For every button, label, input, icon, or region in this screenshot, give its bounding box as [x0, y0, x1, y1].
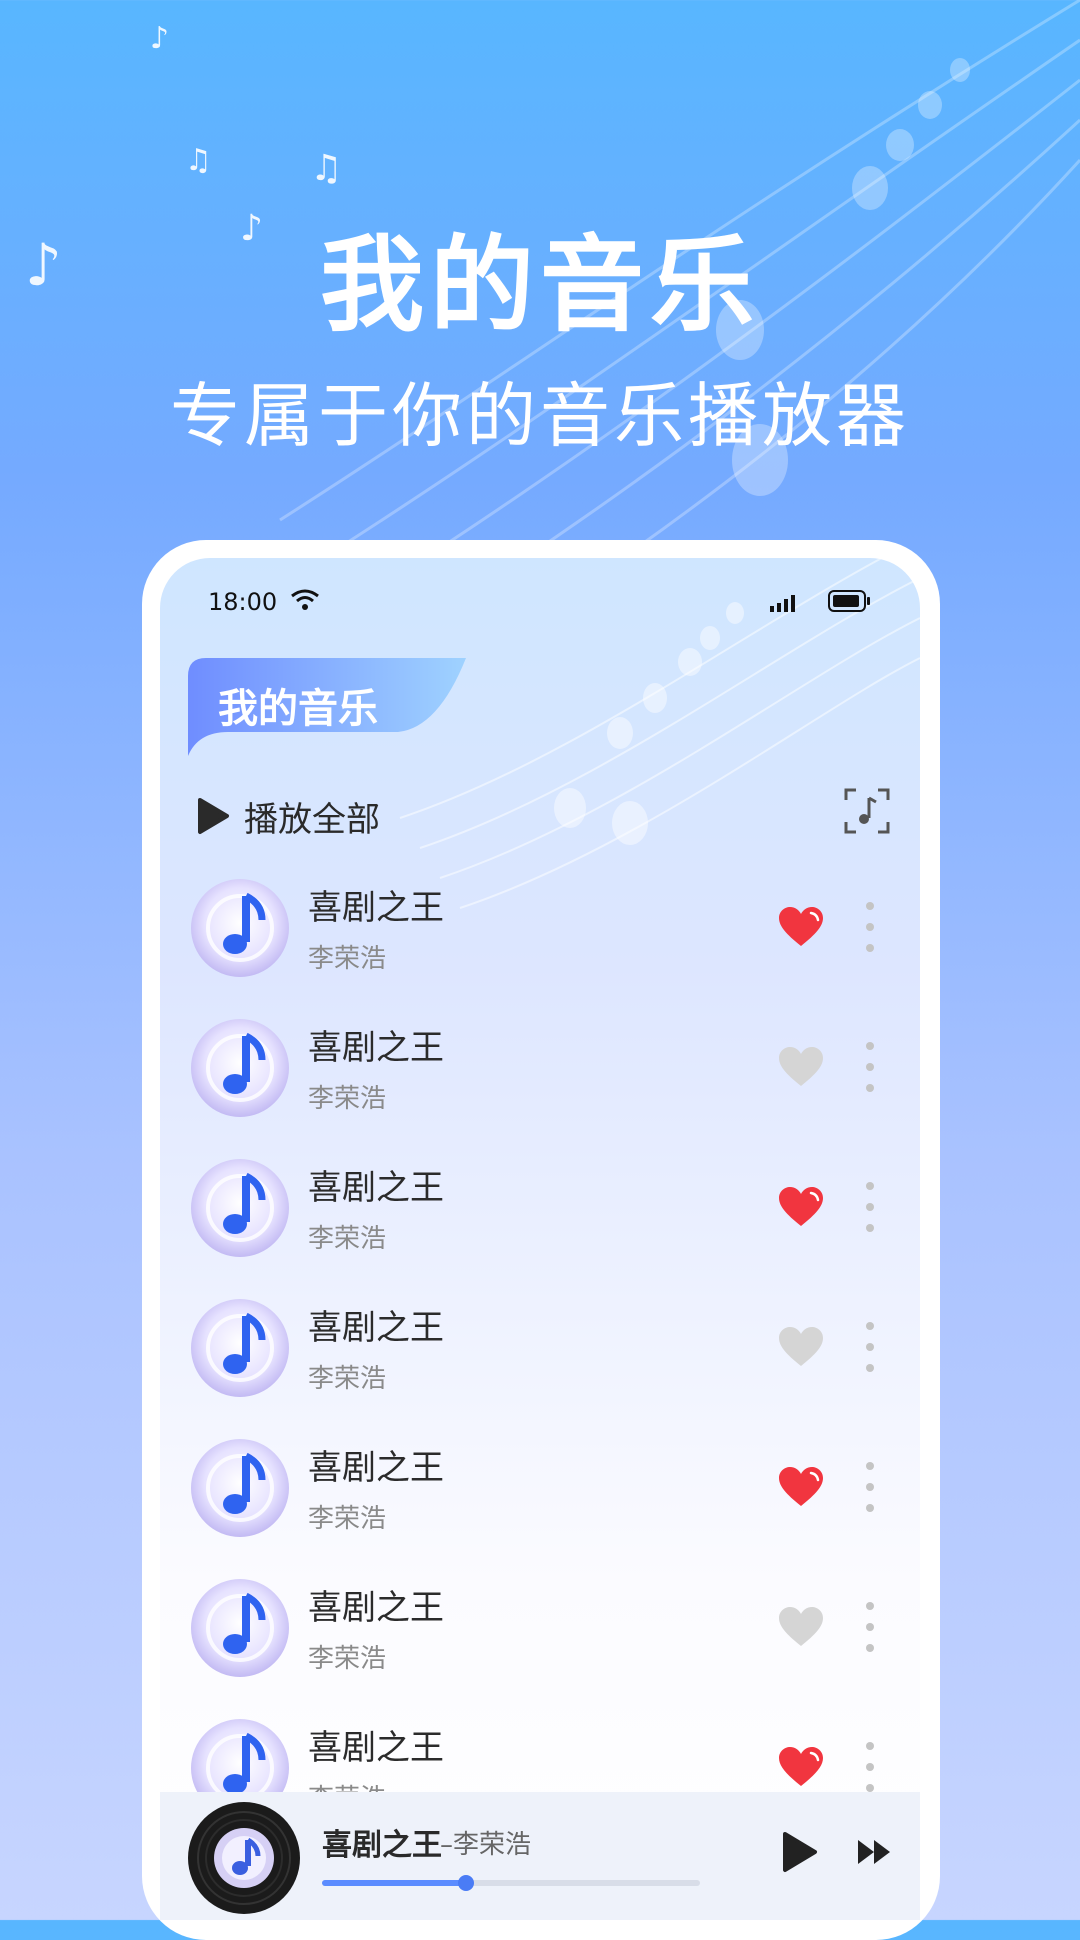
more-options-icon[interactable] — [864, 1180, 876, 1234]
heart-filled-icon[interactable] — [778, 1746, 824, 1788]
heart-outline-icon[interactable] — [778, 1606, 824, 1648]
song-artist: 李荣浩 — [308, 1504, 387, 1534]
song-row[interactable]: 喜剧之王李荣浩 — [160, 1278, 920, 1418]
svg-text:♫: ♫ — [185, 143, 212, 178]
song-row[interactable]: 喜剧之王李荣浩 — [160, 1418, 920, 1558]
more-options-icon[interactable] — [864, 1320, 876, 1374]
song-title: 喜剧之王 — [308, 1588, 444, 1628]
play-icon — [198, 798, 229, 834]
heart-outline-icon[interactable] — [778, 1046, 824, 1088]
signal-icon — [770, 595, 795, 612]
play-all-button[interactable]: 播放全部 — [196, 786, 380, 846]
song-artist: 李荣浩 — [308, 1364, 387, 1394]
status-time: 18:00 — [208, 588, 278, 616]
album-disc-icon — [188, 1802, 300, 1914]
song-row[interactable]: 喜剧之王李荣浩 — [160, 858, 920, 998]
play-button-icon[interactable] — [780, 1830, 820, 1874]
hero-title: 我的音乐 — [319, 224, 760, 346]
wifi-icon — [291, 589, 319, 610]
song-cover-icon — [191, 1159, 289, 1257]
song-title: 喜剧之王 — [308, 1308, 444, 1348]
more-options-icon[interactable] — [864, 900, 876, 954]
phone-screen: 18:00 我的音乐 播放全部 喜剧之王 李荣浩 喜剧之王 李荣浩 喜剧之王 李… — [160, 558, 920, 1920]
song-title: 喜剧之王 — [308, 1448, 444, 1488]
song-cover-icon — [191, 1439, 289, 1537]
song-cover-icon — [191, 879, 289, 977]
section-title-tag: 我的音乐 — [188, 658, 468, 758]
mini-player[interactable]: 喜剧之王 –李荣浩 — [160, 1792, 920, 1920]
music-scan-icon[interactable] — [844, 788, 890, 834]
song-row[interactable]: 喜剧之王李荣浩 — [160, 1138, 920, 1278]
song-title: 喜剧之王 — [308, 1028, 444, 1068]
song-title: 喜剧之王 — [308, 1728, 444, 1768]
more-options-icon[interactable] — [864, 1040, 876, 1094]
song-artist: 李荣浩 — [308, 1644, 387, 1674]
section-title: 我的音乐 — [218, 686, 378, 732]
battery-icon — [828, 590, 870, 612]
song-cover-icon — [191, 1579, 289, 1677]
svg-text:♪: ♪ — [150, 21, 169, 56]
song-artist: 李荣浩 — [308, 1084, 387, 1114]
progress-fill — [322, 1880, 466, 1886]
progress-bar[interactable] — [322, 1875, 700, 1891]
more-options-icon[interactable] — [864, 1740, 876, 1794]
next-track-icon[interactable] — [856, 1838, 892, 1866]
now-playing-title: 喜剧之王 — [322, 1828, 442, 1863]
song-artist: 李荣浩 — [308, 1224, 387, 1254]
song-title: 喜剧之王 — [308, 888, 444, 928]
heart-filled-icon[interactable] — [778, 906, 824, 948]
play-all-label: 播放全部 — [244, 799, 380, 840]
svg-text:♫: ♫ — [310, 148, 342, 189]
now-playing-artist: –李荣浩 — [440, 1830, 532, 1860]
song-title: 喜剧之王 — [308, 1168, 444, 1208]
song-cover-icon — [191, 1019, 289, 1117]
hero-subtitle: 专属于你的音乐播放器 — [170, 375, 910, 457]
heart-filled-icon[interactable] — [778, 1186, 824, 1228]
progress-knob[interactable] — [457, 1875, 474, 1891]
song-row[interactable]: 喜剧之王李荣浩 — [160, 998, 920, 1138]
song-artist: 李荣浩 — [308, 944, 387, 974]
more-options-icon[interactable] — [864, 1600, 876, 1654]
song-cover-icon — [191, 1299, 289, 1397]
status-bar: 18:00 — [208, 570, 872, 630]
heart-outline-icon[interactable] — [778, 1326, 824, 1368]
heart-filled-icon[interactable] — [778, 1466, 824, 1508]
song-row[interactable]: 喜剧之王李荣浩 — [160, 1558, 920, 1698]
more-options-icon[interactable] — [864, 1460, 876, 1514]
